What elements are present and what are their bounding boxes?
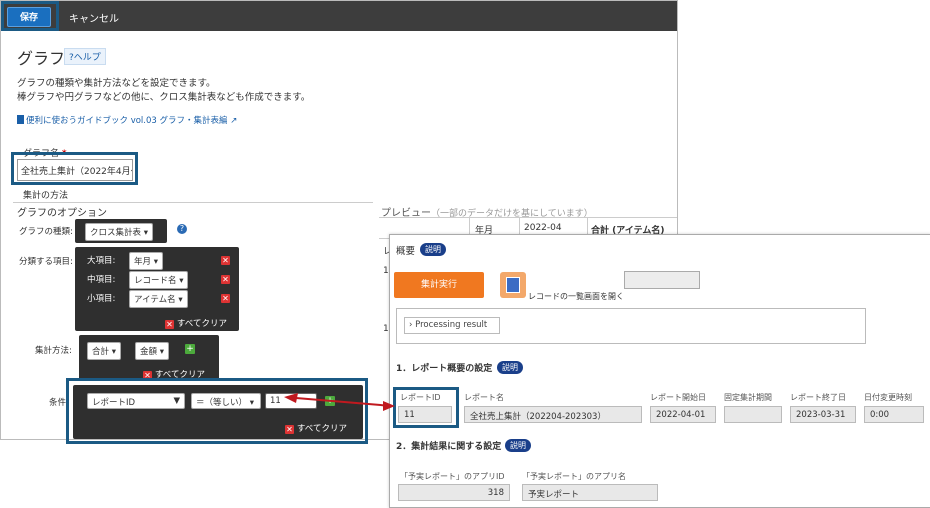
- description-line-2: 棒グラフや円グラフなどの他に、クロス集計表なども作成できます。: [17, 92, 311, 103]
- table-cell: 1: [383, 324, 389, 334]
- report-end-label: レポート終了日: [790, 393, 846, 402]
- section1-heading: 1．レポート概要の設定: [396, 364, 493, 374]
- clear-all-button[interactable]: ✕ すべてクリア: [165, 317, 227, 329]
- minor-label: 小項目:: [87, 294, 116, 304]
- medium-select[interactable]: レコード名 ▾: [129, 271, 189, 289]
- date-change-time-label: 日付変更時刻: [864, 393, 912, 402]
- explain-badge[interactable]: 説明: [505, 439, 531, 452]
- report-start-label: レポート開始日: [650, 393, 706, 402]
- minor-value: アイテム名: [134, 295, 176, 305]
- summary-heading: 概要: [396, 246, 416, 257]
- divider: [13, 202, 373, 203]
- graph-type-select[interactable]: クロス集計表 ▾: [85, 223, 153, 241]
- major-label: 大項目:: [87, 256, 116, 266]
- app-id-field: 318: [398, 484, 510, 501]
- agg-method-heading: 集計の方法: [23, 191, 69, 201]
- run-aggregation-button[interactable]: 集計実行: [394, 272, 484, 298]
- date-change-time-field: 0:00: [864, 406, 924, 423]
- processing-result-label: Processing result: [415, 320, 488, 330]
- highlight-frame: [1, 1, 59, 31]
- table-header: 2022-04: [524, 223, 562, 233]
- highlight-frame: [393, 387, 459, 428]
- fixed-period-field: [724, 406, 782, 423]
- connector-arrow: [284, 393, 395, 411]
- app-id-label: 「予実レポート」のアプリID: [400, 472, 505, 481]
- major-select[interactable]: 年月 ▾: [129, 252, 163, 270]
- description-line-1: グラフの種類や集計方法などを設定できます。: [17, 78, 216, 89]
- add-icon[interactable]: +: [185, 344, 195, 354]
- processing-result-toggle[interactable]: › Processing result: [404, 317, 500, 334]
- section2-heading: 2．集計結果に関する設定: [396, 442, 502, 452]
- fixed-period-label: 固定集計期間: [724, 393, 772, 402]
- report-end-field: 2023-03-31: [790, 406, 856, 423]
- remove-icon[interactable]: ✕: [221, 294, 230, 303]
- explain-badge[interactable]: 説明: [420, 243, 446, 256]
- report-name-label: レポート名: [464, 393, 504, 402]
- book-icon: [17, 115, 24, 124]
- list-view-link[interactable]: レコードの一覧画面を開く: [528, 291, 624, 302]
- page-title: グラフ: [17, 49, 66, 68]
- list-view-icon[interactable]: [500, 272, 526, 298]
- major-value: 年月: [134, 257, 152, 267]
- blank-field: [624, 271, 700, 289]
- app-name-label: 「予実レポート」のアプリ名: [522, 472, 626, 481]
- graph-type-label: グラフの種類:: [19, 227, 73, 237]
- help-icon[interactable]: ?: [177, 224, 187, 234]
- agg-field-select[interactable]: 金額 ▾: [135, 342, 169, 360]
- report-start-field: 2022-04-01: [650, 406, 716, 423]
- group-label: 分類する項目:: [19, 257, 73, 267]
- medium-value: レコード名: [134, 276, 177, 286]
- highlight-frame: [11, 152, 138, 185]
- remove-icon[interactable]: ✕: [221, 256, 230, 265]
- agg-label: 集計方法:: [35, 346, 72, 356]
- options-heading: グラフのオプション: [17, 208, 107, 219]
- remove-icon: ✕: [165, 320, 174, 329]
- cancel-button[interactable]: キャンセル: [69, 10, 119, 25]
- graph-type-value: クロス集計表: [90, 228, 142, 238]
- guide-link-label: 便利に使おうガイドブック vol.03 グラフ・集計表編 ↗: [26, 116, 238, 126]
- agg-func-select[interactable]: 合計 ▾: [87, 342, 121, 360]
- table-cell: 1: [383, 266, 389, 276]
- help-link[interactable]: ?ヘルプ: [64, 48, 106, 65]
- clear-all-label: すべてクリア: [176, 319, 227, 329]
- app-name-field: 予実レポート: [522, 484, 658, 501]
- agg-func-value: 合計: [92, 347, 110, 357]
- explain-badge[interactable]: 説明: [497, 361, 523, 374]
- report-panel: 概要 説明 集計実行 レコードの一覧画面を開く › Processing res…: [389, 234, 930, 508]
- report-name-field: 全社売上集計（202204-202303）: [464, 406, 642, 423]
- minor-select[interactable]: アイテム名 ▾: [129, 290, 188, 308]
- guide-link[interactable]: 便利に使おうガイドブック vol.03 グラフ・集計表編 ↗: [17, 114, 237, 126]
- remove-icon[interactable]: ✕: [221, 275, 230, 284]
- agg-field-value: 金額: [140, 347, 158, 357]
- medium-label: 中項目:: [87, 275, 116, 285]
